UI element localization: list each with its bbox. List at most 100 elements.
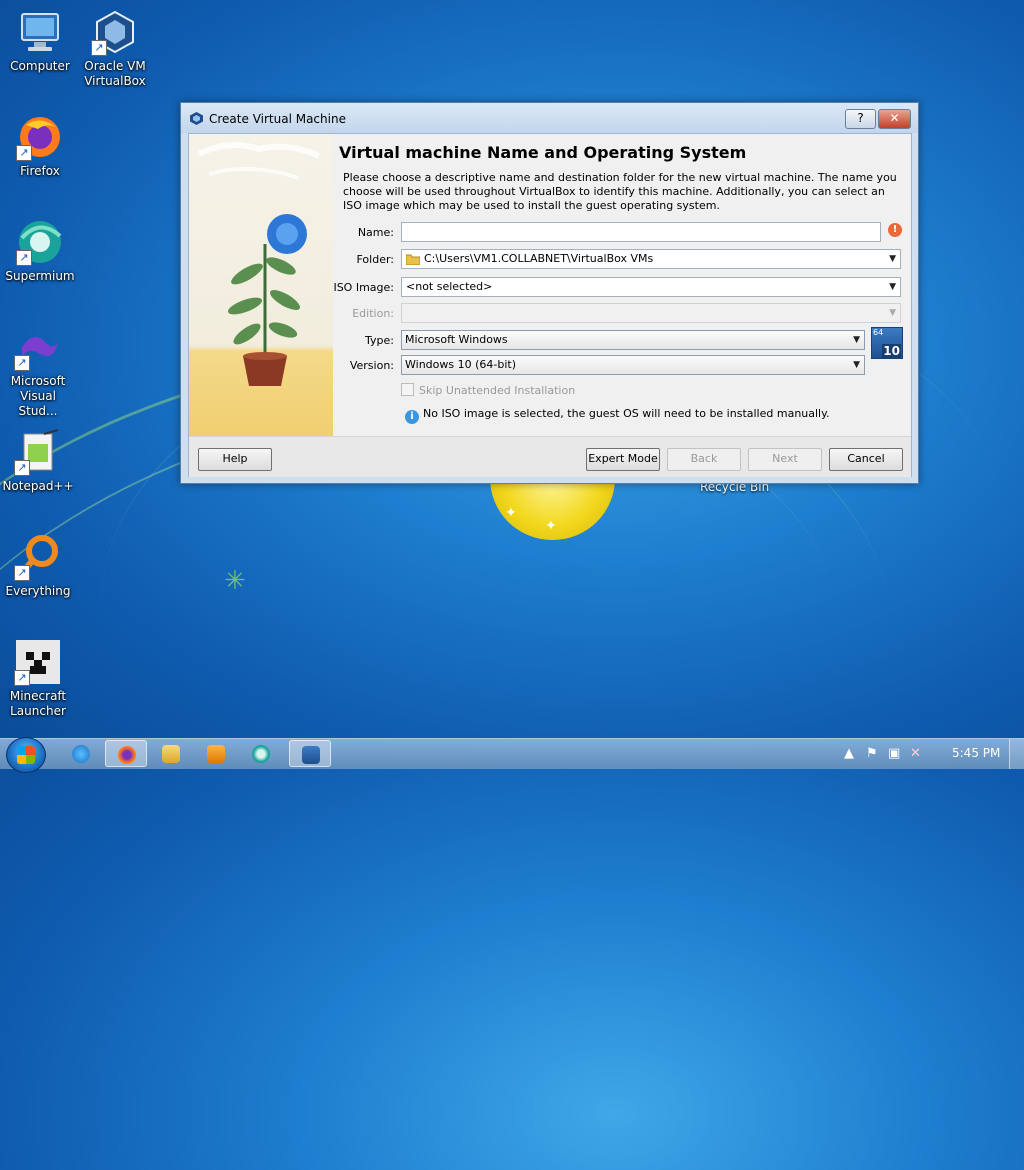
desktop-icon-label: Everything	[5, 584, 71, 598]
taskbar-supermium[interactable]	[240, 740, 282, 767]
type-combobox[interactable]: Microsoft Windows ▼	[401, 330, 865, 350]
info-text: No ISO image is selected, the guest OS w…	[423, 407, 830, 420]
computer-icon	[16, 8, 64, 56]
iso-image-value: <not selected>	[406, 280, 493, 293]
firefox-icon	[118, 746, 136, 764]
taskbar-windows-explorer[interactable]	[150, 740, 192, 767]
taskbar-firefox[interactable]	[105, 740, 147, 767]
version-label: Version:	[349, 359, 394, 372]
action-center-flag-icon[interactable]: ⚑	[866, 746, 878, 761]
folder-value: C:\Users\VM1.COLLABNET\VirtualBox VMs	[424, 252, 654, 265]
type-label: Type:	[365, 334, 394, 347]
warning-icon: !	[888, 223, 902, 237]
checkbox-icon	[401, 383, 414, 396]
cancel-button[interactable]: Cancel	[829, 448, 903, 471]
dialog-body: Virtual machine Name and Operating Syste…	[188, 133, 912, 477]
folder-icon	[162, 745, 180, 763]
os-badge-10: 10	[882, 344, 901, 358]
title-help-button[interactable]: ?	[845, 109, 876, 129]
notepadpp-icon: ↗	[14, 428, 62, 476]
wallpaper-sparkle: ✦	[505, 505, 517, 521]
desktop-icon-visual-studio[interactable]: ↗ Microsoft Visual Stud...	[0, 323, 76, 419]
desktop-icon-firefox[interactable]: ↗ Firefox	[2, 113, 78, 179]
taskbar-media-player[interactable]	[195, 740, 237, 767]
desktop-icon-virtualbox[interactable]: ↗ Oracle VM VirtualBox	[77, 8, 153, 89]
taskbar-virtualbox[interactable]	[289, 740, 331, 767]
desktop-icon-computer[interactable]: Computer	[2, 8, 78, 74]
windows10-os-icon: 64 10	[871, 327, 903, 359]
desktop-icon-supermium[interactable]: ↗ Supermium	[2, 218, 78, 284]
shortcut-arrow-icon: ↗	[91, 40, 107, 56]
visual-studio-icon: ↗	[14, 323, 62, 371]
folder-icon	[406, 254, 420, 265]
version-combobox[interactable]: Windows 10 (64-bit) ▼	[401, 355, 865, 375]
title-close-button[interactable]: ✕	[878, 109, 911, 129]
desktop-icon-label: Computer	[10, 59, 70, 73]
edition-label: Edition:	[352, 307, 394, 320]
desktop-icon-everything[interactable]: ↗ Everything	[0, 533, 76, 599]
supermium-icon: ↗	[16, 218, 64, 266]
minecraft-icon: ↗	[14, 638, 62, 686]
skip-unattended-label: Skip Unattended Installation	[419, 384, 576, 397]
show-desktop-button[interactable]	[1009, 739, 1024, 769]
back-button[interactable]: Back	[667, 448, 741, 471]
next-button[interactable]: Next	[748, 448, 822, 471]
desktop-icon-label: Supermium	[5, 269, 75, 283]
windows-logo-icon	[17, 746, 35, 764]
expert-mode-button[interactable]: Expert Mode	[586, 448, 660, 471]
version-value: Windows 10 (64-bit)	[405, 358, 516, 371]
shortcut-arrow-icon: ↗	[14, 460, 30, 476]
chevron-down-icon: ▼	[889, 308, 896, 318]
virtualbox-icon: ↗	[91, 8, 139, 56]
supermium-icon	[252, 745, 270, 763]
shortcut-arrow-icon: ↗	[16, 250, 32, 266]
internet-explorer-icon	[72, 745, 90, 763]
desktop-icon-label: Oracle VM VirtualBox	[84, 59, 146, 88]
dialog-title: Create Virtual Machine	[209, 112, 346, 126]
shortcut-arrow-icon: ↗	[14, 355, 30, 371]
dialog-titlebar[interactable]: Create Virtual Machine ? ✕	[181, 103, 918, 133]
folder-combobox[interactable]: C:\Users\VM1.COLLABNET\VirtualBox VMs ▼	[401, 249, 901, 269]
wallpaper-leaf: ✳	[224, 566, 246, 596]
create-vm-dialog: Create Virtual Machine ? ✕ Virtual machi…	[180, 102, 919, 484]
desktop-icon-notepadpp[interactable]: ↗ Notepad++	[0, 428, 76, 494]
network-icon[interactable]: ▣	[888, 746, 900, 761]
info-message: i No ISO image is selected, the guest OS …	[405, 407, 830, 424]
shortcut-arrow-icon: ↗	[14, 565, 30, 581]
iso-image-label: ISO Image:	[333, 281, 394, 294]
page-description: Please choose a descriptive name and des…	[343, 171, 897, 212]
wallpaper-sparkle: ✦	[545, 518, 557, 534]
name-field[interactable]	[401, 222, 881, 242]
volume-muted-icon[interactable]: ✕	[910, 746, 921, 761]
everything-search-icon: ↗	[14, 533, 62, 581]
chevron-down-icon[interactable]: ▼	[853, 331, 860, 349]
dialog-button-bar: Help Expert Mode Back Next Cancel	[189, 436, 911, 477]
desktop-icon-minecraft[interactable]: ↗ Minecraft Launcher	[0, 638, 76, 719]
chevron-down-icon[interactable]: ▼	[889, 278, 896, 296]
wizard-illustration	[189, 134, 333, 436]
type-value: Microsoft Windows	[405, 333, 508, 346]
media-player-icon	[207, 745, 225, 763]
iso-image-combobox[interactable]: <not selected> ▼	[401, 277, 901, 297]
desktop-icon-label: Microsoft Visual Stud...	[10, 374, 66, 418]
folder-label: Folder:	[356, 253, 394, 266]
page-heading: Virtual machine Name and Operating Syste…	[339, 143, 747, 162]
chevron-down-icon[interactable]: ▼	[889, 250, 896, 268]
info-icon: i	[405, 410, 419, 424]
taskbar-internet-explorer[interactable]	[60, 740, 102, 767]
taskbar-clock[interactable]: 5:45 PM	[952, 746, 1000, 760]
desktop-icon-label: Firefox	[20, 164, 60, 178]
edition-combobox: ▼	[401, 303, 901, 323]
desktop-icon-label: Minecraft Launcher	[9, 689, 67, 718]
show-hidden-icons-icon[interactable]: ▲	[844, 746, 854, 761]
virtualbox-icon	[190, 112, 203, 125]
help-button[interactable]: Help	[198, 448, 272, 471]
skip-unattended-checkbox: Skip Unattended Installation	[401, 383, 575, 397]
name-label: Name:	[357, 226, 394, 239]
os-badge-64: 64	[873, 328, 884, 337]
firefox-icon: ↗	[16, 113, 64, 161]
taskbar: ▲ ⚑ ▣ ✕ 5:45 PM	[0, 737, 1024, 773]
shortcut-arrow-icon: ↗	[14, 670, 30, 686]
chevron-down-icon[interactable]: ▼	[853, 356, 860, 374]
virtualbox-icon	[302, 746, 320, 764]
